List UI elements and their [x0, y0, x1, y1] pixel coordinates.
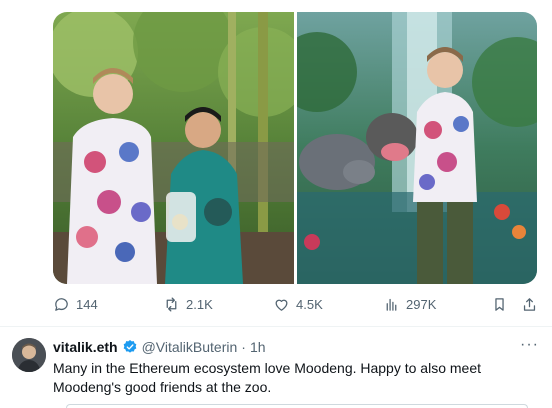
reply-button[interactable]: 144 — [53, 296, 98, 313]
verified-badge-icon — [118, 339, 142, 355]
tweet-text: Many in the Ethereum ecosystem love Mood… — [53, 360, 481, 395]
tweet-actions: 144 2.1K 4.5K 297K — [53, 296, 537, 316]
separator-dot: · — [241, 339, 246, 355]
display-name[interactable]: vitalik.eth — [53, 339, 118, 355]
user-handle[interactable]: @VitalikButerin — [142, 339, 238, 355]
heart-icon — [273, 296, 290, 313]
bookmark-button[interactable] — [491, 296, 508, 313]
repost-button[interactable]: 2.1K — [163, 296, 213, 313]
tweet-header: vitalik.eth @VitalikButerin · 1h — [53, 339, 266, 355]
reply-count: 144 — [76, 297, 98, 312]
tweet-divider — [0, 326, 552, 327]
repost-count: 2.1K — [186, 297, 213, 312]
share-icon — [521, 296, 538, 313]
share-button[interactable] — [521, 296, 538, 313]
tweet-photo-left[interactable] — [53, 12, 294, 284]
views-button[interactable]: 297K — [383, 296, 436, 313]
like-count: 4.5K — [296, 297, 323, 312]
like-button[interactable]: 4.5K — [273, 296, 323, 313]
views-chart-icon — [383, 296, 400, 313]
repost-icon — [163, 296, 180, 313]
avatar[interactable] — [12, 338, 46, 372]
tweet-photo-right[interactable] — [297, 12, 537, 284]
embedded-card-edge — [66, 404, 528, 408]
bookmark-icon — [491, 296, 508, 313]
views-count: 297K — [406, 297, 437, 312]
reply-icon — [53, 296, 70, 313]
more-options-icon[interactable]: ··· — [520, 336, 539, 354]
timestamp[interactable]: 1h — [250, 339, 266, 355]
